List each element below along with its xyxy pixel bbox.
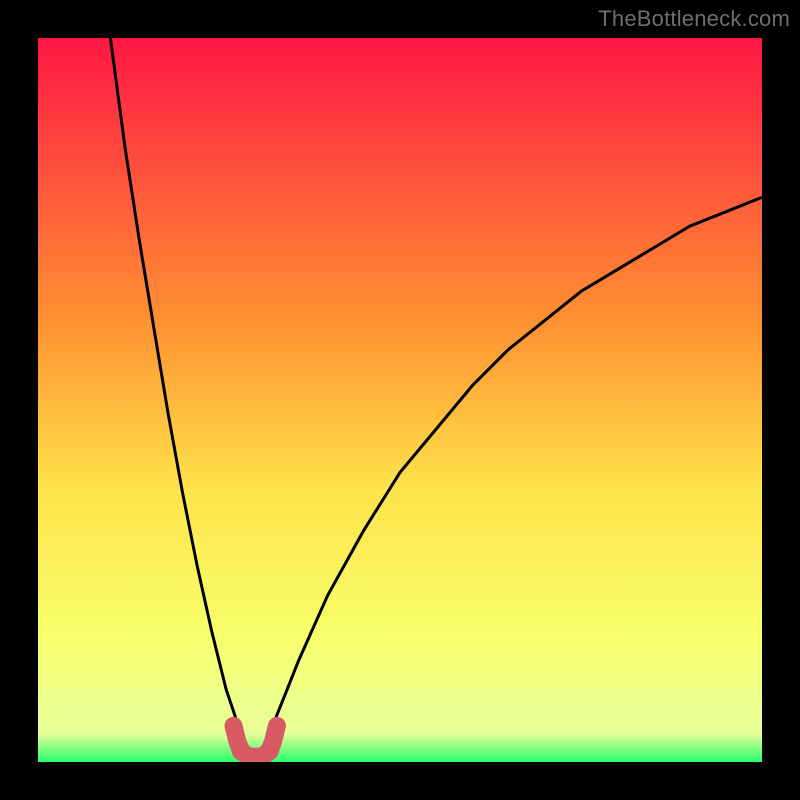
chart-svg	[38, 38, 762, 762]
gradient-background	[38, 38, 762, 762]
plot-area	[38, 38, 762, 762]
watermark-text: TheBottleneck.com	[598, 6, 790, 32]
chart-frame: TheBottleneck.com	[0, 0, 800, 800]
